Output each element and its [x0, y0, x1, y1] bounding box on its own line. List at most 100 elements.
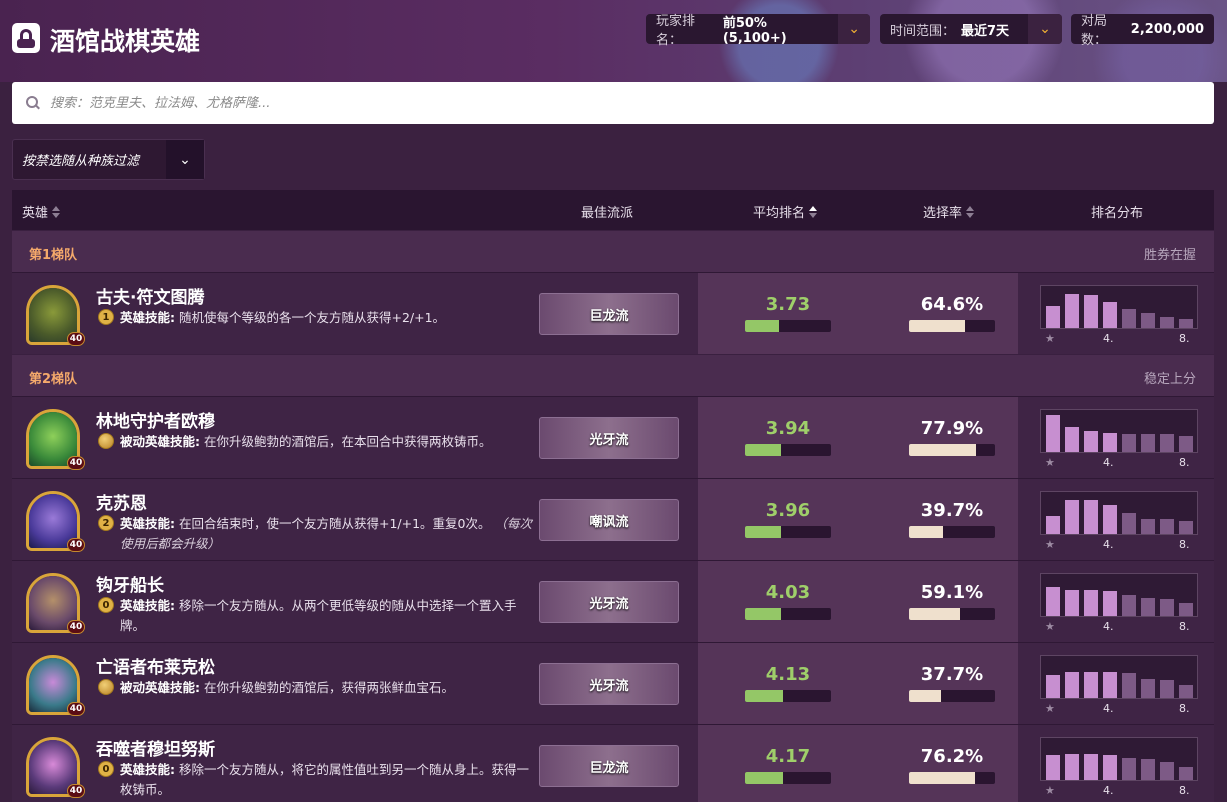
avg-placement: 3.94 [765, 418, 811, 439]
pick-rate: 76.2% [920, 746, 984, 767]
col-hero[interactable]: 英雄 [22, 202, 61, 221]
dist-bar [1084, 431, 1098, 452]
placement-distribution [1040, 573, 1198, 617]
hero-name[interactable]: 林地守护者欧穆 [96, 407, 215, 432]
hero-power-text: 移除一个友方随从。从两个更低等级的随从中选择一个置入手牌。 [120, 598, 517, 633]
hero-row[interactable]: 40 林地守护者欧穆 被动英雄技能: 在你升级鲍勃的酒馆后，在本回合中获得两枚铸币。… [12, 396, 1214, 479]
dist-bar [1122, 673, 1136, 698]
pick-rate-fill [909, 608, 960, 620]
dist-bar [1141, 759, 1155, 780]
dist-label-end: 8. [1179, 702, 1190, 715]
passive-coin-icon [98, 679, 114, 695]
best-comp-button[interactable]: 巨龙流 [539, 293, 679, 335]
best-comp-button[interactable]: 光牙流 [539, 663, 679, 705]
hero-power-type: 英雄技能: [120, 598, 175, 613]
avg-placement-fill [745, 444, 781, 456]
hero-power-type: 英雄技能: [120, 516, 175, 531]
hero-power-text: 在回合结束时，使一个友方随从获得+1/+1。重复0次。 [175, 516, 491, 531]
sort-icon [52, 206, 61, 218]
star-icon: ★ [1045, 620, 1055, 633]
hero-power-desc: 被动英雄技能: 在你升级鲍勃的酒馆后，在本回合中获得两枚铸币。 [120, 432, 540, 452]
col-pick[interactable]: 选择率 [923, 202, 975, 221]
search-icon [26, 96, 40, 110]
best-comp-button[interactable]: 巨龙流 [539, 745, 679, 787]
placement-distribution [1040, 655, 1198, 699]
tier-desc: 胜券在握 [1143, 248, 1196, 263]
dist-label-mid: 4. [1103, 784, 1114, 797]
dist-bar [1160, 680, 1174, 698]
hero-armor-badge: 40 [67, 456, 85, 470]
hero-power-type: 英雄技能: [120, 762, 175, 777]
col-avg[interactable]: 平均排名 [753, 202, 818, 221]
best-comp-button[interactable]: 嘲讽流 [539, 499, 679, 541]
col-comp: 最佳流派 [581, 206, 634, 221]
dist-bar [1160, 762, 1174, 780]
time-range-value: 最近7天 [961, 23, 1010, 39]
pick-rate: 77.9% [920, 418, 984, 439]
tier-row: 第1梯队 胜券在握 [12, 230, 1214, 272]
hero-row[interactable]: 40 克苏恩 2 英雄技能: 在回合结束时，使一个友方随从获得+1/+1。重复0次。 … [12, 478, 1214, 561]
hero-power-desc: 被动英雄技能: 在你升级鲍勃的酒馆后，获得两张鲜血宝石。 [120, 678, 540, 698]
tribe-filter-dropdown[interactable]: 按禁选随从种族过滤 ⌄ [12, 139, 205, 180]
dist-bar [1065, 754, 1079, 780]
hero-armor-badge: 40 [67, 784, 85, 798]
hero-power-cost-badge: 1 [98, 309, 114, 325]
chevron-down-icon[interactable]: ⌄ [166, 140, 204, 179]
passive-coin-icon [98, 433, 114, 449]
dist-bar [1065, 427, 1079, 452]
pick-rate-bar [909, 320, 995, 332]
avg-placement: 4.17 [765, 746, 811, 767]
dist-bar [1141, 519, 1155, 534]
dist-label-mid: 4. [1103, 538, 1114, 551]
page-title: 酒馆战棋英雄 [50, 27, 201, 56]
search-bar[interactable] [12, 82, 1214, 124]
pick-rate-bar [909, 444, 995, 456]
hero-power-desc: 英雄技能: 在回合结束时，使一个友方随从获得+1/+1。重复0次。 （每次使用后… [120, 514, 540, 554]
hero-row[interactable]: 40 古夫·符文图腾 1 英雄技能: 随机使每个等级的各一个友方随从获得+2/+1。巨… [12, 272, 1214, 355]
tier-row: 第2梯队 稳定上分 [12, 354, 1214, 396]
tier-name: 第2梯队 [29, 372, 78, 387]
hero-row[interactable]: 40 亡语者布莱克松 被动英雄技能: 在你升级鲍勃的酒馆后，获得两张鲜血宝石。 光牙流… [12, 642, 1214, 725]
hero-row[interactable]: 40 吞噬者穆坦努斯 0 英雄技能: 移除一个友方随从，将它的属性值吐到另一个随从身上… [12, 724, 1214, 802]
dist-bar [1122, 595, 1136, 616]
placement-distribution [1040, 285, 1198, 329]
rank-filter-value: 前50% (5,100+) [722, 16, 787, 46]
placement-distribution [1040, 491, 1198, 535]
dist-bar [1141, 598, 1155, 616]
games-count-value: 2,200,000 [1130, 21, 1204, 37]
dist-bar [1103, 505, 1117, 534]
rank-filter-dropdown[interactable]: 玩家排名： 前50% (5,100+) ⌄ [646, 14, 870, 48]
best-comp-button[interactable]: 光牙流 [539, 417, 679, 459]
time-range-dropdown[interactable]: 时间范围： 最近7天 ⌄ [880, 14, 1062, 44]
hero-name[interactable]: 钩牙船长 [96, 571, 164, 596]
avg-placement-bar [745, 526, 831, 538]
best-comp-button[interactable]: 光牙流 [539, 581, 679, 623]
dist-label-end: 8. [1179, 784, 1190, 797]
hero-row[interactable]: 40 钩牙船长 0 英雄技能: 移除一个友方随从。从两个更低等级的随从中选择一个置入手… [12, 560, 1214, 643]
hero-armor-badge: 40 [67, 538, 85, 552]
hero-name[interactable]: 古夫·符文图腾 [96, 283, 204, 308]
hero-power-desc: 英雄技能: 随机使每个等级的各一个友方随从获得+2/+1。 [120, 308, 540, 328]
col-hero-label: 英雄 [22, 206, 49, 221]
avg-placement-fill [745, 608, 781, 620]
tier-name: 第1梯队 [29, 248, 78, 263]
hero-name[interactable]: 亡语者布莱克松 [96, 653, 215, 678]
chevron-down-icon[interactable]: ⌄ [1028, 14, 1062, 44]
hero-name[interactable]: 克苏恩 [96, 489, 147, 514]
hero-power-type: 被动英雄技能: [120, 680, 200, 695]
hero-power-cost-badge: 2 [98, 515, 114, 531]
dist-bar [1065, 500, 1079, 534]
tier-desc: 稳定上分 [1143, 372, 1196, 387]
placement-distribution [1040, 409, 1198, 453]
hero-power-desc: 英雄技能: 移除一个友方随从。从两个更低等级的随从中选择一个置入手牌。 [120, 596, 540, 636]
hero-power-text: 在你升级鲍勃的酒馆后，获得两张鲜血宝石。 [200, 680, 454, 695]
dist-bar [1160, 317, 1174, 328]
avg-placement: 3.73 [765, 294, 811, 315]
dist-bar [1065, 672, 1079, 698]
col-dist: 排名分布 [1091, 206, 1144, 221]
chevron-down-icon[interactable]: ⌄ [838, 14, 870, 44]
hero-name[interactable]: 吞噬者穆坦努斯 [96, 735, 215, 760]
dist-bar [1103, 672, 1117, 698]
avg-placement-bar [745, 690, 831, 702]
search-input[interactable] [50, 95, 950, 111]
